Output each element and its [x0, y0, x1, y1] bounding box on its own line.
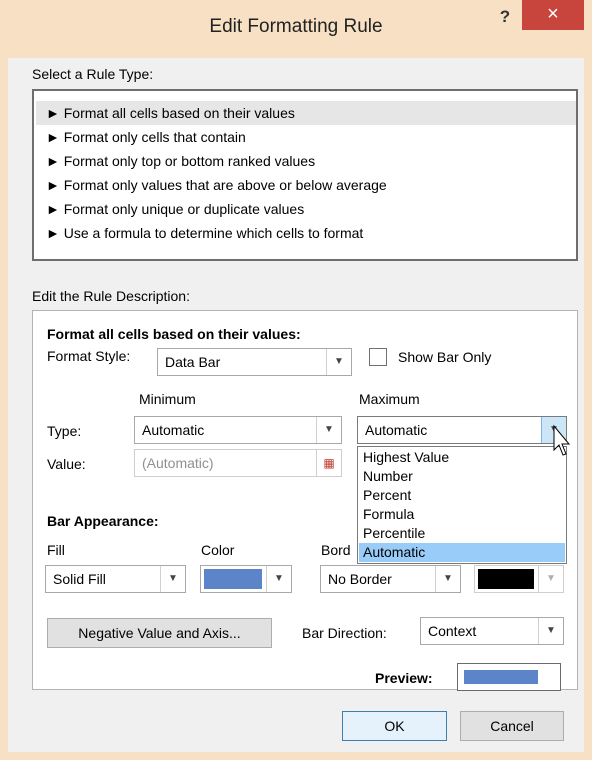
- rule-type-heading: Select a Rule Type:: [32, 66, 154, 82]
- dropdown-option[interactable]: Percent: [359, 486, 565, 505]
- min-value-input[interactable]: (Automatic) ▦: [134, 449, 342, 477]
- bar-appearance-heading: Bar Appearance:: [47, 513, 159, 529]
- min-type-value: Automatic: [142, 422, 205, 438]
- min-value-placeholder: (Automatic): [142, 455, 214, 471]
- dropdown-option[interactable]: Highest Value: [359, 448, 565, 467]
- rule-type-item[interactable]: ► Format all cells based on their values: [36, 101, 576, 125]
- rule-type-item[interactable]: ► Use a formula to determine which cells…: [36, 221, 576, 245]
- dropdown-option[interactable]: Number: [359, 467, 565, 486]
- fill-color-swatch: [204, 569, 262, 589]
- format-style-label: Format Style:: [47, 348, 131, 364]
- bar-direction-value: Context: [428, 623, 477, 639]
- type-label: Type:: [47, 423, 82, 439]
- fill-value: Solid Fill: [53, 571, 106, 587]
- cancel-button[interactable]: Cancel: [460, 711, 564, 741]
- mouse-cursor-icon: [553, 424, 571, 456]
- close-button[interactable]: ×: [522, 0, 584, 30]
- preview-label: Preview:: [375, 670, 433, 686]
- rule-type-item[interactable]: ► Format only unique or duplicate values: [36, 197, 576, 221]
- rule-type-list[interactable]: ► Format all cells based on their values…: [32, 89, 578, 261]
- show-bar-only-label: Show Bar Only: [398, 349, 492, 365]
- value-label: Value:: [47, 456, 86, 472]
- rule-subheading: Format all cells based on their values:: [47, 326, 301, 342]
- border-label: Bord: [321, 542, 351, 558]
- fill-select[interactable]: Solid Fill ▼: [45, 565, 186, 593]
- max-type-dropdown-list[interactable]: Highest Value Number Percent Formula Per…: [357, 446, 567, 564]
- title-bar: Edit Formatting Rule ? ×: [0, 0, 592, 58]
- dropdown-option[interactable]: Percentile: [359, 524, 565, 543]
- range-picker-icon[interactable]: ▦: [316, 450, 341, 476]
- preview-data-bar: [464, 670, 538, 684]
- preview-box: [457, 663, 561, 691]
- border-select[interactable]: No Border ▼: [320, 565, 461, 593]
- close-icon: ×: [547, 3, 559, 25]
- chevron-down-icon[interactable]: ▼: [435, 566, 460, 592]
- chevron-down-icon[interactable]: ▼: [538, 566, 563, 592]
- rule-type-item[interactable]: ► Format only cells that contain: [36, 125, 576, 149]
- rule-type-item[interactable]: ► Format only values that are above or b…: [36, 173, 576, 197]
- border-color-picker[interactable]: ▼: [474, 565, 564, 593]
- dialog-window: Edit Formatting Rule ? × Select a Rule T…: [0, 0, 592, 760]
- color-label: Color: [201, 542, 235, 558]
- dropdown-option[interactable]: Formula: [359, 505, 565, 524]
- fill-label: Fill: [47, 542, 65, 558]
- chevron-down-icon[interactable]: ▼: [326, 349, 351, 375]
- dropdown-option-selected[interactable]: Automatic: [359, 543, 565, 562]
- chevron-down-icon[interactable]: ▼: [316, 417, 341, 443]
- help-button[interactable]: ?: [494, 7, 516, 29]
- border-value: No Border: [328, 571, 392, 587]
- rule-type-item[interactable]: ► Format only top or bottom ranked value…: [36, 149, 576, 173]
- bar-direction-label: Bar Direction:: [302, 625, 387, 641]
- minimum-header: Minimum: [139, 391, 196, 407]
- ok-button[interactable]: OK: [342, 711, 447, 741]
- format-style-value: Data Bar: [165, 354, 221, 370]
- max-type-select[interactable]: Automatic ▼: [357, 416, 567, 444]
- bar-direction-select[interactable]: Context ▼: [420, 617, 564, 645]
- max-type-value: Automatic: [365, 422, 428, 438]
- min-type-select[interactable]: Automatic ▼: [134, 416, 342, 444]
- show-bar-only-checkbox[interactable]: [369, 348, 387, 366]
- maximum-header: Maximum: [359, 391, 420, 407]
- fill-color-picker[interactable]: ▼: [200, 565, 292, 593]
- chevron-down-icon[interactable]: ▼: [266, 566, 291, 592]
- border-color-swatch: [478, 569, 534, 589]
- negative-value-axis-button[interactable]: Negative Value and Axis...: [47, 618, 272, 648]
- format-style-select[interactable]: Data Bar ▼: [157, 348, 352, 376]
- chevron-down-icon[interactable]: ▼: [538, 618, 563, 644]
- rule-description-heading: Edit the Rule Description:: [32, 288, 190, 304]
- chevron-down-icon[interactable]: ▼: [160, 566, 185, 592]
